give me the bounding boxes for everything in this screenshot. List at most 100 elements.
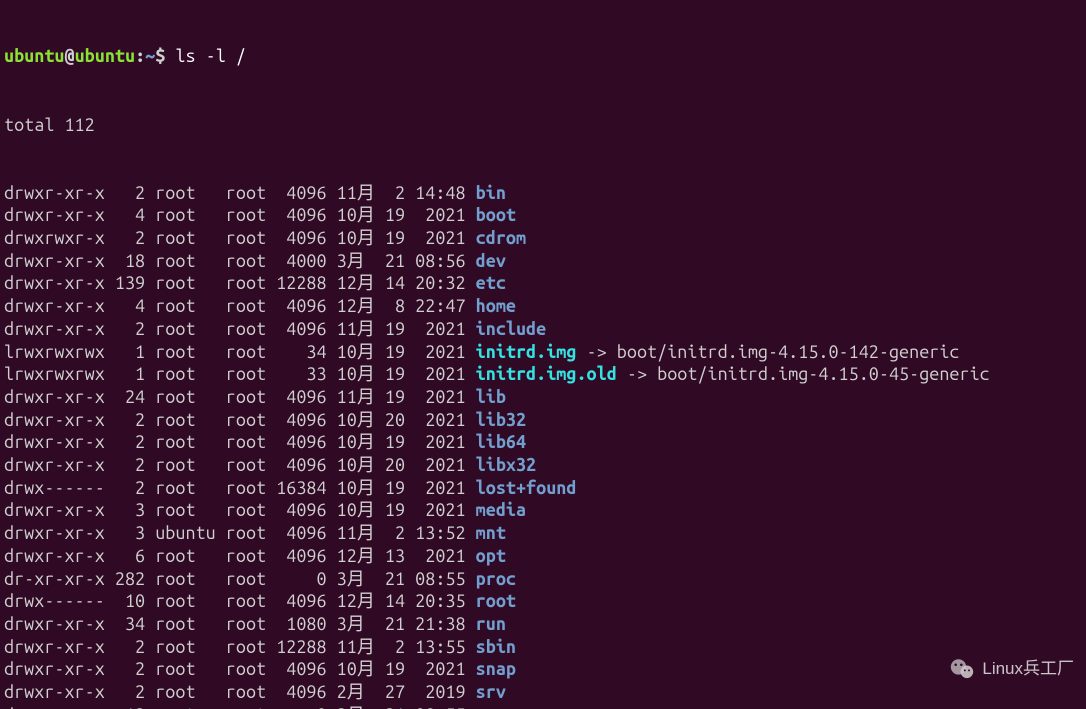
- prompt-at: @: [64, 46, 74, 66]
- prompt-path: ~: [145, 46, 155, 66]
- col-perm: drwxr-xr-x: [4, 296, 105, 316]
- col-perm: drwxr-xr-x: [4, 273, 105, 293]
- file-name: opt: [476, 546, 506, 566]
- listing-row: drwxr-xr-x 2 root root 4096 10月 20 2021 …: [4, 409, 1082, 432]
- symlink-arrow: ->: [576, 342, 616, 362]
- col-owner: root: [155, 183, 226, 203]
- col-owner: root: [155, 205, 226, 225]
- file-name: boot: [476, 205, 516, 225]
- listing-row: drwxr-xr-x 18 root root 4000 3月 21 08:56…: [4, 250, 1082, 273]
- col-group: root: [226, 569, 276, 589]
- col-day: 19: [385, 342, 415, 362]
- col-perm: drwxr-xr-x: [4, 455, 105, 475]
- prompt-host: ubuntu: [75, 46, 135, 66]
- col-group: root: [226, 273, 276, 293]
- col-month: 11月: [337, 319, 385, 339]
- col-group: root: [226, 432, 276, 452]
- file-name: mnt: [476, 523, 506, 543]
- col-time: 2021: [415, 364, 475, 384]
- col-day: 21: [385, 569, 415, 589]
- col-day: 2: [385, 183, 415, 203]
- col-links: 2: [105, 659, 155, 679]
- col-perm: drwxr-xr-x: [4, 205, 105, 225]
- col-day: 2: [385, 637, 415, 657]
- listing-row: drwxr-xr-x 2 root root 4096 10月 19 2021 …: [4, 431, 1082, 454]
- listing-row: drwxr-xr-x 139 root root 12288 12月 14 20…: [4, 272, 1082, 295]
- col-month: 12月: [337, 273, 385, 293]
- file-name: initrd.img: [476, 342, 577, 362]
- col-time: 2021: [415, 500, 475, 520]
- col-time: 2021: [415, 387, 475, 407]
- col-group: root: [226, 546, 276, 566]
- col-owner: root: [155, 364, 226, 384]
- col-perm: drwx------: [4, 478, 105, 498]
- col-group: root: [226, 659, 276, 679]
- col-day: 19: [385, 387, 415, 407]
- col-owner: root: [155, 478, 226, 498]
- file-name: bin: [476, 183, 506, 203]
- listing-row: drwxr-xr-x 4 root root 4096 10月 19 2021 …: [4, 204, 1082, 227]
- col-group: root: [226, 183, 276, 203]
- col-time: 2021: [415, 546, 475, 566]
- col-group: root: [226, 637, 276, 657]
- symlink-target: boot/initrd.img-4.15.0-45-generic: [657, 364, 990, 384]
- col-month: 12月: [337, 296, 385, 316]
- file-name: include: [476, 319, 547, 339]
- file-name: cdrom: [476, 228, 526, 248]
- col-group: root: [226, 455, 276, 475]
- col-time: 08:56: [415, 251, 475, 271]
- col-links: 34: [105, 614, 155, 634]
- col-group: root: [226, 682, 276, 702]
- col-month: 12月: [337, 546, 385, 566]
- col-group: root: [226, 591, 276, 611]
- col-size: 4096: [276, 546, 336, 566]
- col-day: 13: [385, 546, 415, 566]
- col-perm: dr-xr-xr-x: [4, 705, 105, 709]
- file-name: sbin: [476, 637, 516, 657]
- col-links: 6: [105, 546, 155, 566]
- col-owner: root: [155, 614, 226, 634]
- listing-row: drwxr-xr-x 2 root root 4096 2月 27 2019 s…: [4, 681, 1082, 704]
- col-month: 10月: [337, 205, 385, 225]
- col-perm: drwxr-xr-x: [4, 387, 105, 407]
- file-name: media: [476, 500, 526, 520]
- col-group: root: [226, 319, 276, 339]
- col-perm: drwxr-xr-x: [4, 251, 105, 271]
- col-links: 2: [105, 432, 155, 452]
- col-time: 2021: [415, 342, 475, 362]
- terminal[interactable]: ubuntu@ubuntu:~$ ls -l / total 112 drwxr…: [0, 0, 1086, 709]
- file-name: home: [476, 296, 516, 316]
- col-time: 2021: [415, 659, 475, 679]
- listing-row: drwxr-xr-x 2 root root 4096 11月 19 2021 …: [4, 318, 1082, 341]
- col-month: 10月: [337, 500, 385, 520]
- col-links: 2: [105, 228, 155, 248]
- col-owner: root: [155, 637, 226, 657]
- col-owner: root: [155, 319, 226, 339]
- col-group: root: [226, 364, 276, 384]
- col-group: root: [226, 500, 276, 520]
- col-month: 10月: [337, 228, 385, 248]
- listing-row: lrwxrwxrwx 1 root root 33 10月 19 2021 in…: [4, 363, 1082, 386]
- col-size: 4096: [276, 500, 336, 520]
- col-perm: drwxr-xr-x: [4, 410, 105, 430]
- col-day: 19: [385, 432, 415, 452]
- listing-row: dr-xr-xr-x 13 root root 0 3月 21 08:55 sy…: [4, 704, 1082, 709]
- prompt-colon: :: [135, 46, 145, 66]
- col-day: 19: [385, 205, 415, 225]
- col-owner: root: [155, 432, 226, 452]
- command-text: ls -l /: [175, 46, 246, 66]
- col-links: 2: [105, 319, 155, 339]
- file-name: sys: [476, 705, 506, 709]
- col-day: 21: [385, 705, 415, 709]
- listing-row: drwx------ 2 root root 16384 10月 19 2021…: [4, 477, 1082, 500]
- col-month: 10月: [337, 410, 385, 430]
- col-time: 20:32: [415, 273, 475, 293]
- col-month: 10月: [337, 478, 385, 498]
- col-time: 08:55: [415, 569, 475, 589]
- col-time: 22:47: [415, 296, 475, 316]
- col-group: root: [226, 523, 276, 543]
- file-name: root: [476, 591, 516, 611]
- col-size: 16384: [276, 478, 336, 498]
- col-day: 27: [385, 682, 415, 702]
- col-time: 2021: [415, 228, 475, 248]
